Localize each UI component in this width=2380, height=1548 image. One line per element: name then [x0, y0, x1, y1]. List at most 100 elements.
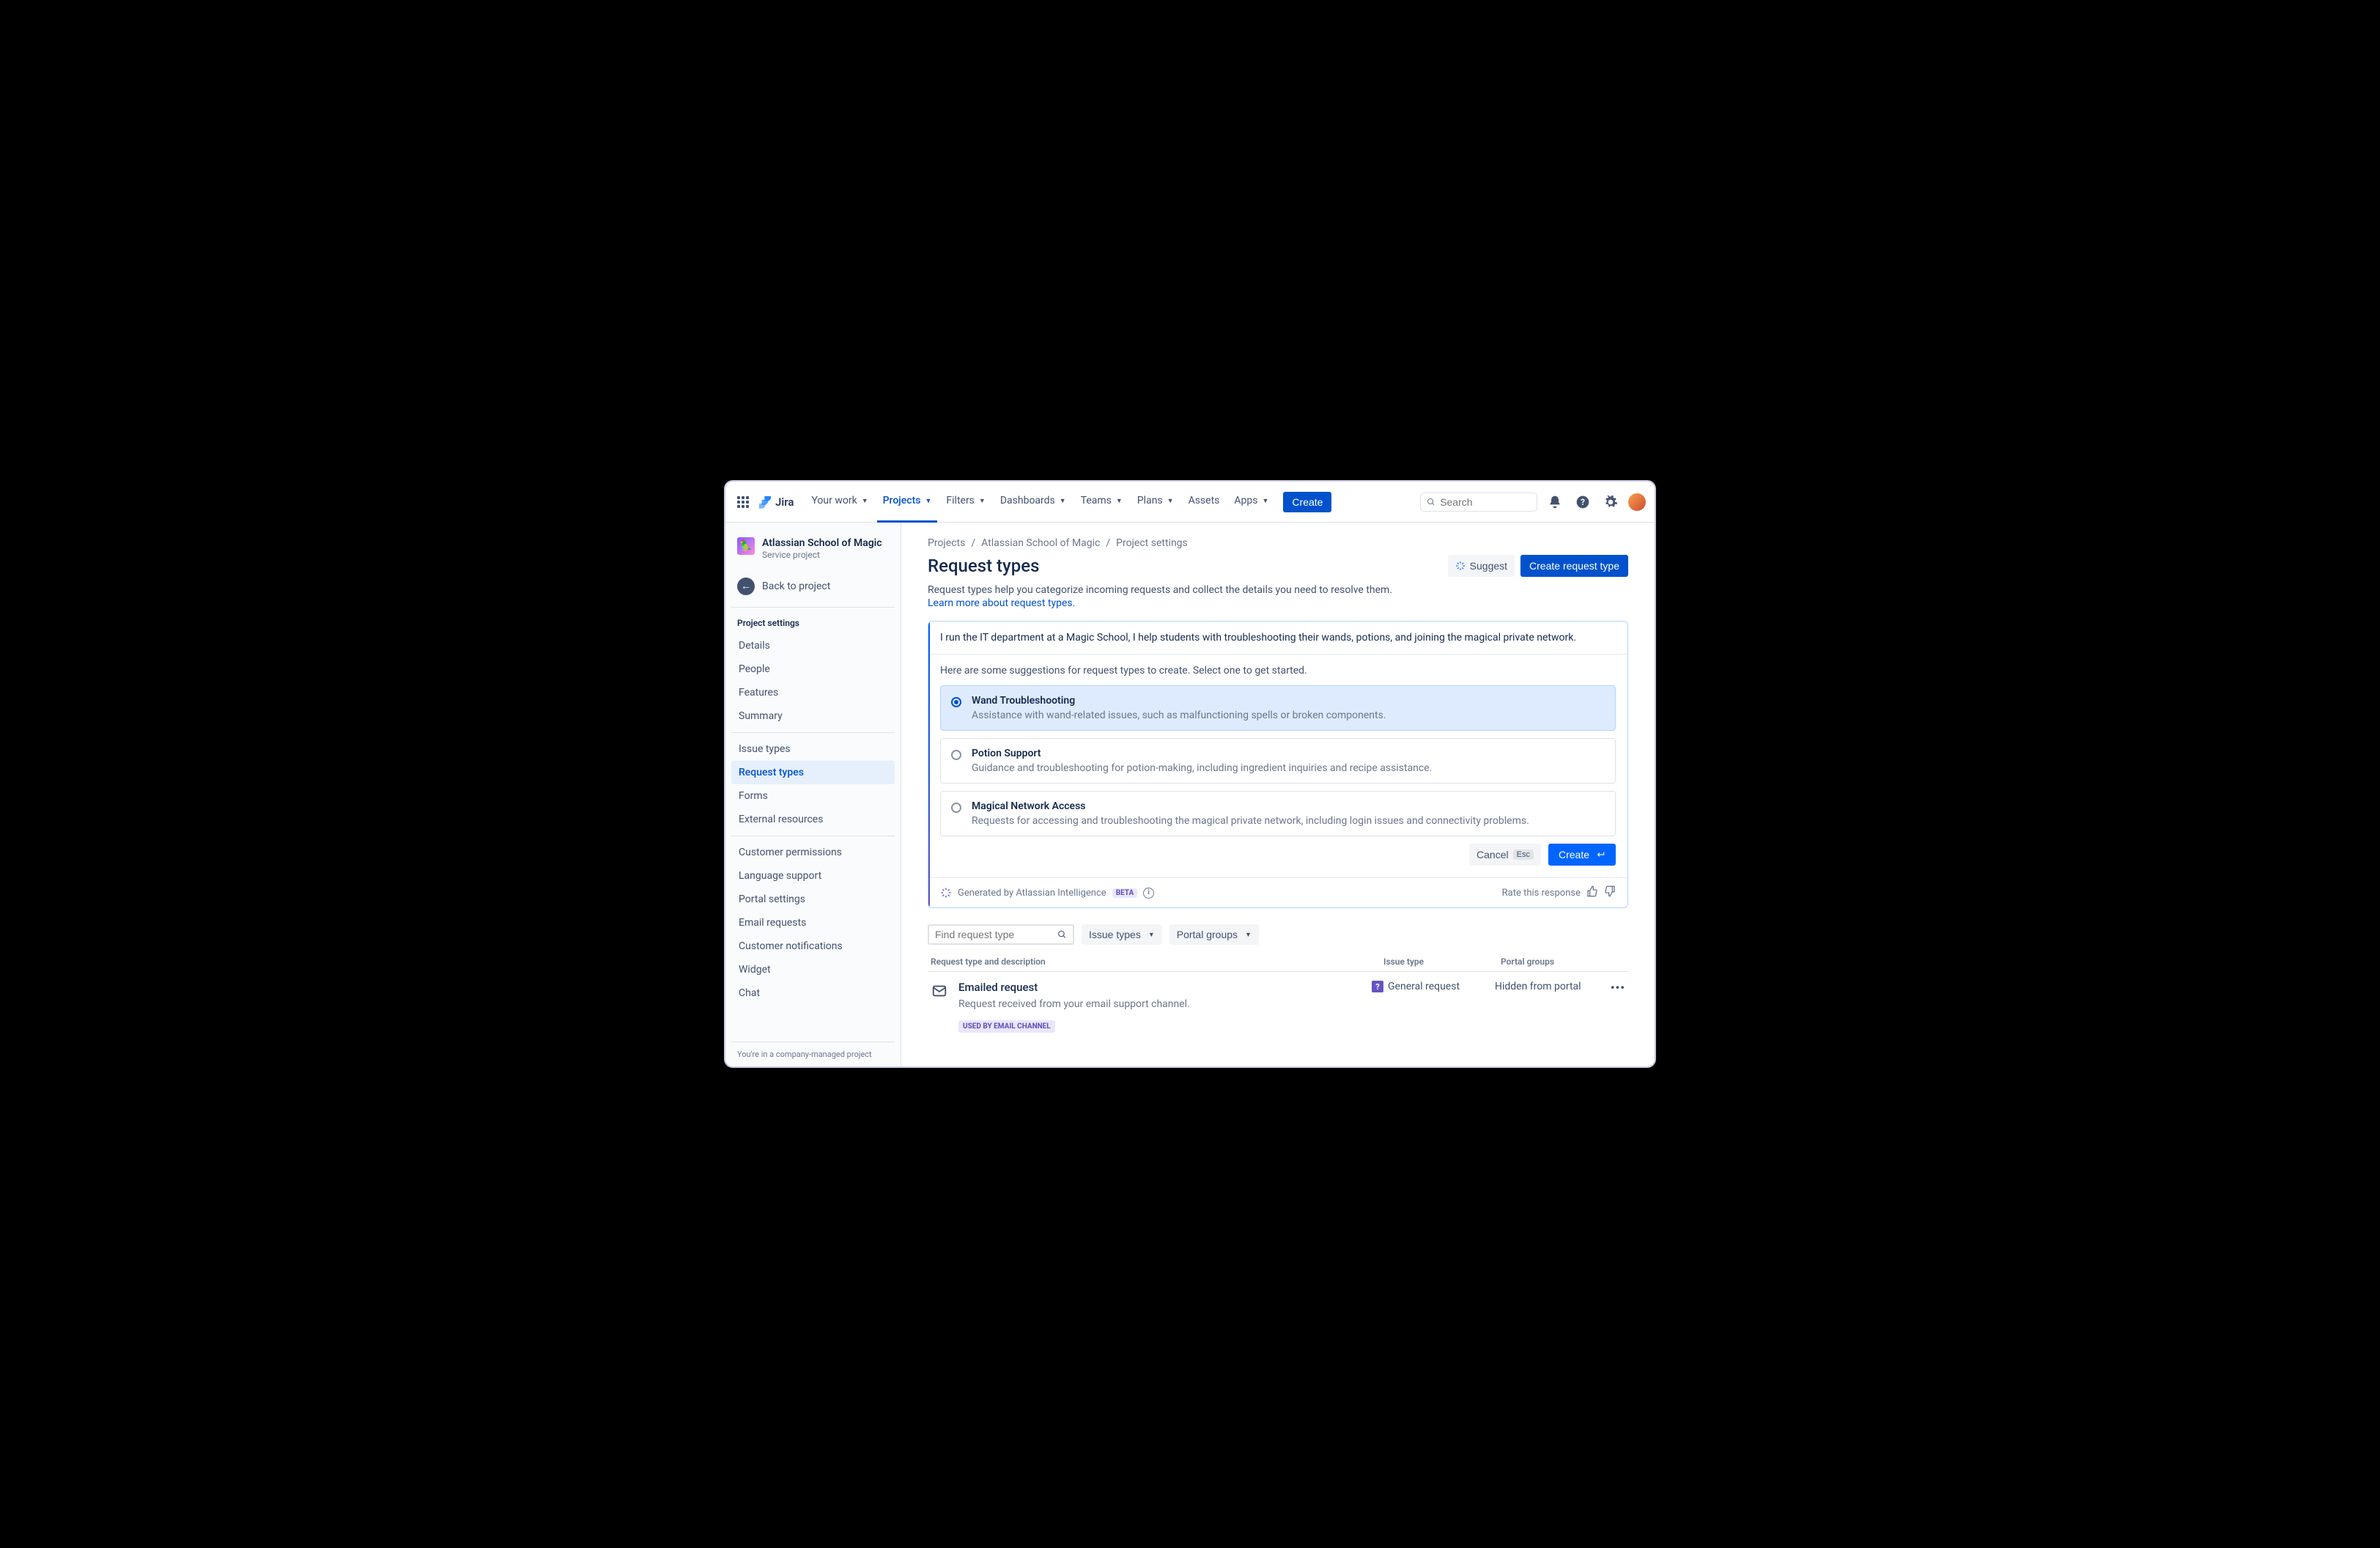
sidebar-item-issue-types[interactable]: Issue types — [731, 737, 895, 761]
col-issue-type: Issue type — [1383, 957, 1501, 967]
ai-lead-text: Here are some suggestions for request ty… — [940, 665, 1616, 677]
request-types-table-header: Request type and description Issue type … — [928, 957, 1628, 972]
create-button[interactable]: Create — [1283, 492, 1331, 512]
back-to-project[interactable]: ← Back to project — [731, 570, 895, 602]
sidebar-item-features[interactable]: Features — [731, 681, 895, 704]
settings-icon[interactable] — [1600, 492, 1621, 512]
more-actions-icon[interactable]: ••• — [1603, 981, 1625, 995]
esc-key-badge: Esc — [1513, 849, 1534, 860]
sidebar-item-request-types[interactable]: Request types — [731, 761, 895, 784]
breadcrumbs: Projects/ Atlassian School of Magic/ Pro… — [928, 537, 1628, 549]
request-type-row[interactable]: Emailed request Request received from yo… — [928, 972, 1628, 1044]
thumbs-up-icon[interactable] — [1586, 885, 1598, 900]
rate-response-label: Rate this response — [1502, 888, 1581, 899]
request-type-desc: Request received from your email support… — [958, 998, 1366, 1010]
chevron-down-icon: ▼ — [1060, 497, 1066, 505]
sidebar-footer: You're in a company-managed project — [731, 1042, 895, 1066]
radio-icon — [951, 750, 961, 760]
nav-projects[interactable]: Projects▼ — [877, 482, 938, 523]
global-search[interactable] — [1420, 493, 1537, 512]
suggestion-desc: Assistance with wand-related issues, suc… — [972, 710, 1386, 721]
request-type-title: Emailed request — [958, 981, 1366, 994]
suggestion-title: Potion Support — [972, 748, 1432, 759]
app-window: Jira Your work▼ Projects▼ Filters▼ Dashb… — [725, 482, 1655, 1066]
help-icon[interactable]: ? — [1572, 492, 1593, 512]
issue-type-cell: ? General request — [1372, 981, 1489, 992]
nav-teams[interactable]: Teams▼ — [1075, 482, 1128, 523]
breadcrumb-settings[interactable]: Project settings — [1116, 537, 1188, 549]
info-icon[interactable]: i — [1143, 888, 1154, 899]
page-title: Request types — [928, 556, 1040, 576]
sidebar-item-people[interactable]: People — [731, 657, 895, 681]
nav-assets[interactable]: Assets — [1183, 482, 1226, 523]
email-channel-badge: USED BY EMAIL CHANNEL — [958, 1020, 1055, 1033]
top-navigation: Jira Your work▼ Projects▼ Filters▼ Dashb… — [725, 482, 1655, 523]
radio-icon — [951, 803, 961, 813]
nav-dashboards[interactable]: Dashboards▼ — [994, 482, 1072, 523]
project-icon: 🦜 — [737, 537, 755, 555]
chevron-down-icon: ▼ — [1263, 497, 1269, 505]
chevron-down-icon: ▼ — [1245, 931, 1252, 938]
nav-plans[interactable]: Plans▼ — [1131, 482, 1180, 523]
project-name: Atlassian School of Magic — [762, 537, 882, 550]
suggestion-magical-network-access[interactable]: Magical Network Access Requests for acce… — [940, 791, 1616, 836]
sidebar-item-widget[interactable]: Widget — [731, 958, 895, 981]
create-suggestion-button[interactable]: Create — [1548, 844, 1616, 866]
nav-your-work[interactable]: Your work▼ — [805, 482, 873, 523]
col-request-type: Request type and description — [931, 957, 1383, 967]
sparkle-icon — [1455, 561, 1466, 571]
ai-prompt-text: I run the IT department at a Magic Schoo… — [928, 622, 1627, 655]
search-icon — [1427, 497, 1435, 507]
sidebar-item-summary[interactable]: Summary — [731, 704, 895, 728]
breadcrumb-projects[interactable]: Projects — [928, 537, 965, 549]
find-request-type-input[interactable] — [935, 929, 1057, 940]
chevron-down-icon: ▼ — [1167, 497, 1174, 505]
suggestion-potion-support[interactable]: Potion Support Guidance and troubleshoot… — [940, 738, 1616, 784]
filter-row: Issue types▼ Portal groups▼ — [928, 924, 1628, 945]
learn-more-link[interactable]: Learn more about request types. — [928, 597, 1075, 609]
jira-logo[interactable]: Jira — [758, 495, 794, 509]
issue-types-filter[interactable]: Issue types▼ — [1082, 924, 1162, 945]
suggestion-title: Magical Network Access — [972, 800, 1529, 812]
chevron-down-icon: ▼ — [862, 497, 868, 505]
sidebar-heading: Project settings — [731, 612, 895, 634]
col-portal-groups: Portal groups — [1501, 957, 1625, 967]
svg-text:?: ? — [1581, 497, 1585, 507]
suggestion-desc: Guidance and troubleshooting for potion-… — [972, 762, 1432, 774]
sidebar-item-portal-settings[interactable]: Portal settings — [731, 888, 895, 911]
cancel-button[interactable]: Cancel Esc — [1469, 844, 1541, 866]
chevron-down-icon: ▼ — [1148, 931, 1155, 938]
sidebar-item-customer-notifications[interactable]: Customer notifications — [731, 935, 895, 958]
sidebar-item-language-support[interactable]: Language support — [731, 864, 895, 888]
create-request-type-button[interactable]: Create request type — [1520, 555, 1628, 577]
sidebar-item-forms[interactable]: Forms — [731, 784, 895, 808]
thumbs-down-icon[interactable] — [1604, 885, 1616, 900]
sidebar-item-details[interactable]: Details — [731, 634, 895, 657]
portal-groups-filter[interactable]: Portal groups▼ — [1169, 924, 1259, 945]
main-content: Projects/ Atlassian School of Magic/ Pro… — [901, 523, 1655, 1066]
nav-filters[interactable]: Filters▼ — [940, 482, 991, 523]
suggestion-wand-troubleshooting[interactable]: Wand Troubleshooting Assistance with wan… — [940, 685, 1616, 731]
chevron-down-icon: ▼ — [925, 497, 931, 505]
notifications-icon[interactable] — [1545, 492, 1565, 512]
search-input[interactable] — [1440, 496, 1531, 508]
nav-apps[interactable]: Apps▼ — [1228, 482, 1274, 523]
suggestion-title: Wand Troubleshooting — [972, 695, 1386, 707]
sidebar-item-email-requests[interactable]: Email requests — [731, 911, 895, 935]
jira-mark-icon — [758, 495, 772, 509]
user-avatar[interactable] — [1628, 493, 1646, 511]
app-switcher-icon[interactable] — [734, 493, 752, 511]
breadcrumb-project[interactable]: Atlassian School of Magic — [981, 537, 1100, 549]
sidebar: 🦜 Atlassian School of Magic Service proj… — [725, 523, 901, 1066]
email-icon — [931, 982, 948, 1000]
sidebar-item-chat[interactable]: Chat — [731, 981, 895, 1005]
back-label: Back to project — [762, 580, 830, 592]
sidebar-item-customer-permissions[interactable]: Customer permissions — [731, 841, 895, 864]
search-icon — [1057, 929, 1067, 940]
sidebar-item-external-resources[interactable]: External resources — [731, 808, 895, 831]
suggest-button[interactable]: Suggest — [1448, 555, 1515, 577]
find-request-type-box[interactable] — [928, 924, 1074, 945]
intro-text: Request types help you categorize incomi… — [928, 584, 1628, 596]
suggestion-desc: Requests for accessing and troubleshooti… — [972, 815, 1529, 827]
issue-type-icon: ? — [1372, 981, 1383, 992]
